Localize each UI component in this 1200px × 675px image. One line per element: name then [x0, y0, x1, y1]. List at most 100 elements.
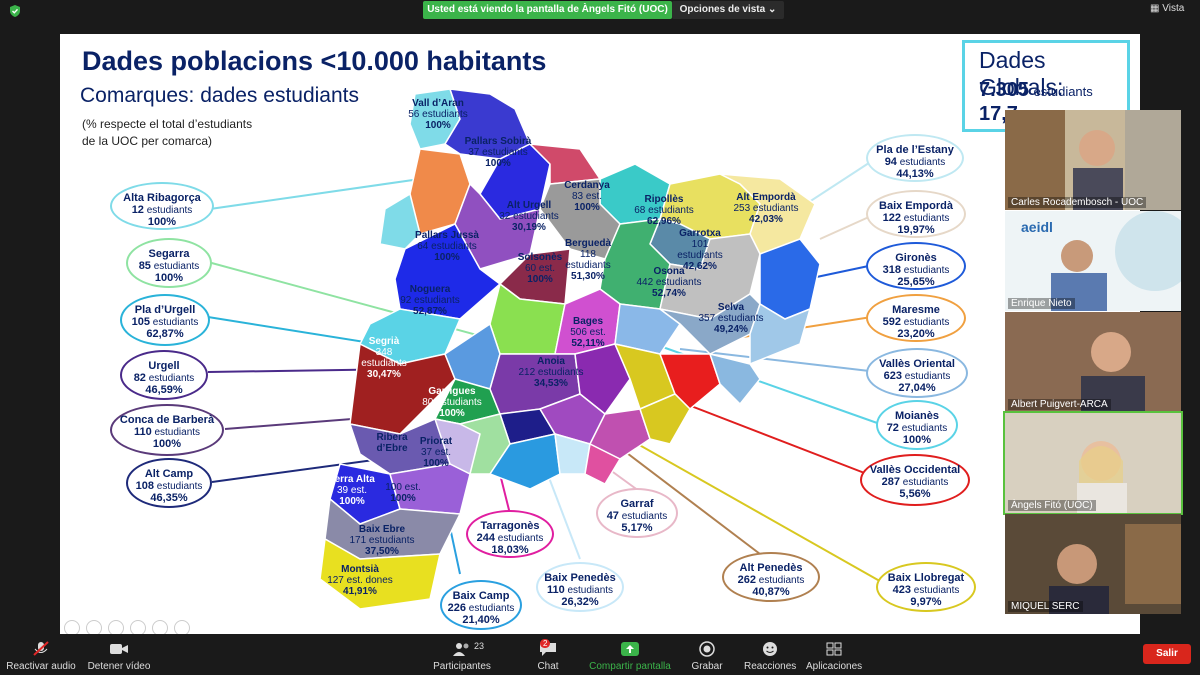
share-screen-label: Compartir pantalla [589, 661, 671, 672]
zoom-icon[interactable] [152, 620, 168, 634]
slides-icon[interactable] [130, 620, 146, 634]
map-label-percent: 30,47% [367, 369, 401, 380]
callout-students: 244 estudiants [468, 532, 552, 544]
map-label-percent: 49,24% [714, 324, 748, 335]
participants-icon [453, 643, 469, 656]
forward-icon[interactable] [86, 620, 102, 634]
pen-icon[interactable] [108, 620, 124, 634]
callout-alt-camp: Alt Camp 108 estudiants 46,35% [126, 458, 212, 508]
map-label-students: 100 est. [385, 482, 421, 493]
map-label-percent: 41,91% [343, 586, 377, 597]
map-label-students: 37 est. [420, 447, 452, 458]
callout-name: Segarra [148, 248, 190, 260]
callout-students: 623 estudiants [868, 370, 966, 382]
stop-video-button[interactable]: Detener vídeo [84, 641, 154, 672]
map-label-name: Vall d’Aran [412, 98, 464, 109]
video-tile-albert[interactable]: Albert Puigvert-ARCA [1005, 312, 1181, 412]
callout-student-count: 12 [131, 204, 144, 216]
map-label-noguera: Noguera 92 estudiants 52,87% [390, 284, 470, 317]
callout-maresme: Maresme 592 estudiants 23,20% [866, 294, 966, 342]
callout-alt-pened-s: Alt Penedès 262 estudiants 40,87% [722, 552, 820, 602]
participants-count: 23 [474, 641, 485, 651]
video-tile-enrique[interactable]: aeidl Enrique Nieto [1005, 211, 1181, 311]
reactions-label: Reacciones [744, 661, 797, 672]
muted-microphone-icon [33, 641, 49, 656]
apps-icon [826, 642, 842, 656]
callout-pla-d-urgell: Pla d’Urgell 105 estudiants 62,87% [120, 294, 210, 346]
map-label-percent: 100% [439, 408, 465, 419]
callout-alta-ribagor-a: Alta Ribagorça 12 estudiants 100% [110, 182, 214, 230]
callout-name: Baix Llobregat [887, 572, 965, 584]
video-tile-miquel[interactable]: MIQUEL SERC [1005, 514, 1181, 614]
map-label-montsi-: Montsià 127 est. dones 41,91% [320, 564, 400, 597]
chat-button[interactable]: 2 Chat [528, 639, 568, 672]
map-label-region-20: 100 est. 100% [378, 482, 428, 504]
video-tile-carles[interactable]: Carles Rocadembosch - UOC [1005, 110, 1181, 210]
callout-name: Maresme [892, 304, 940, 316]
map-label-name: Priorat [419, 436, 453, 447]
callout-name: Alta Ribagorça [123, 192, 201, 204]
callout-students: 105 estudiants [122, 316, 208, 328]
map-label-students: 80 estudiants [422, 397, 482, 408]
apps-button[interactable]: Aplicaciones [806, 641, 862, 672]
callout-student-count: 94 [884, 156, 897, 168]
callout-students: 592 estudiants [868, 316, 964, 328]
callout-baix-pened-s: Baix Penedès 110 estudiants 26,32% [536, 562, 624, 612]
slide-note-line-2: de la UOC per comarca) [82, 134, 213, 148]
map-label-percent: 100% [434, 252, 460, 263]
reactions-button[interactable]: Reacciones [744, 641, 796, 672]
callout-student-unit: estudiants [902, 477, 949, 488]
callout-student-count: 262 [737, 574, 756, 586]
back-icon[interactable] [64, 620, 80, 634]
participant-video [1005, 312, 1181, 412]
slide-subtitle: Comarques: dades estudiants [80, 84, 359, 107]
map-label-students: 39 est. [336, 485, 368, 496]
callout-student-unit: estudiants [156, 481, 203, 492]
video-tile-angels[interactable]: Àngels Fitó (UOC) [1003, 411, 1183, 515]
map-label-cerdanya: Cerdanya 83 est. 100% [560, 180, 614, 213]
leave-meeting-button[interactable]: Salir [1143, 644, 1191, 664]
participant-video [1005, 413, 1181, 513]
map-label-percent: 62,96% [647, 216, 681, 227]
view-options-button[interactable]: Opciones de vista ⌄ [672, 1, 784, 19]
map-label-name: Anoia [537, 356, 565, 367]
more-icon[interactable] [174, 620, 190, 634]
callout-percent: 40,87% [752, 586, 790, 598]
map-label-solson-s: Solsonès 60 est. 100% [510, 252, 570, 285]
callout-student-count: 287 [881, 476, 900, 488]
slide-note-line-1: (% respecte el total d’estudiants [82, 117, 253, 131]
map-label-name: Selva [717, 302, 745, 313]
map-label-percent: 100% [425, 120, 451, 131]
participant-name: Enrique Nieto [1008, 298, 1075, 309]
map-label-name: Segrià [368, 336, 400, 347]
map-label-pallars-juss-: Pallars Jussà 64 estudiants 100% [410, 230, 484, 263]
map-label-students: 56 estudiants [408, 109, 468, 120]
callout-percent: 26,32% [561, 596, 599, 608]
view-button[interactable]: ▦ Vista [1150, 3, 1184, 14]
participant-video [1005, 110, 1181, 210]
share-screen-button[interactable]: Compartir pantalla [588, 641, 672, 672]
meeting-toolbar: Reactivar audio Detener vídeo 23 Partici… [0, 635, 1200, 675]
callout-student-count: 47 [606, 510, 619, 522]
callout-student-unit: estudiants [904, 371, 951, 382]
callout-student-count: 72 [886, 422, 899, 434]
unmute-button[interactable]: Reactivar audio [6, 641, 76, 672]
callout-moian-s: Moianès 72 estudiants 100% [876, 400, 958, 450]
map-label-students: 253 estudiants [733, 203, 799, 214]
map-label-name: Baix Ebre [358, 524, 406, 535]
shield-icon[interactable] [8, 4, 22, 18]
map-label-alt-urgell: Alt Urgell 32 estudiants 30,19% [496, 200, 562, 233]
callout-student-unit: estudiants [152, 317, 199, 328]
record-button[interactable]: Grabar [688, 641, 726, 672]
callout-baix-camp: Baix Camp 226 estudiants 21,40% [440, 580, 522, 630]
callout-name: Vallès Occidental [869, 464, 961, 476]
callout-student-count: 110 [546, 584, 565, 596]
callout-students: 262 estudiants [724, 574, 818, 586]
map-label-name: Pallars Sobirà [464, 136, 532, 147]
participants-button[interactable]: 23 Participantes [430, 641, 494, 672]
apps-label: Aplicaciones [806, 661, 863, 672]
map-label-name: Pallars Jussà [415, 230, 479, 241]
callout-urgell: Urgell 82 estudiants 46,59% [120, 350, 208, 400]
map-label-name: Berguedà [564, 238, 612, 249]
slide-navigation-controls[interactable] [64, 620, 196, 634]
